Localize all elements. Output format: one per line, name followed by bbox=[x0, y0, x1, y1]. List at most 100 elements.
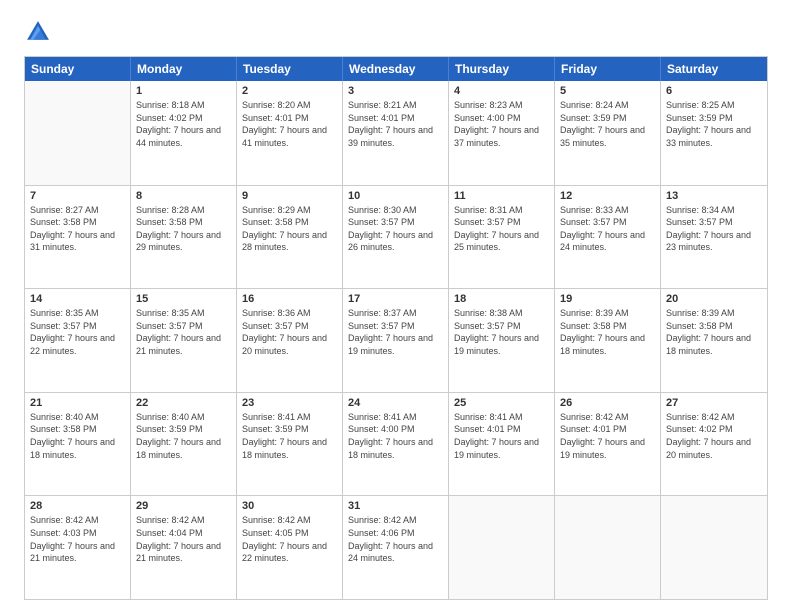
calendar-cell: 27 Sunrise: 8:42 AM Sunset: 4:02 PM Dayli… bbox=[661, 393, 767, 496]
day-number: 31 bbox=[348, 500, 443, 512]
page: SundayMondayTuesdayWednesdayThursdayFrid… bbox=[0, 0, 792, 612]
logo bbox=[24, 18, 56, 46]
calendar-cell: 2 Sunrise: 8:20 AM Sunset: 4:01 PM Daylig… bbox=[237, 81, 343, 185]
day-info: Sunrise: 8:33 AM Sunset: 3:57 PM Dayligh… bbox=[560, 204, 655, 254]
day-number: 28 bbox=[30, 500, 125, 512]
day-info: Sunrise: 8:30 AM Sunset: 3:57 PM Dayligh… bbox=[348, 204, 443, 254]
day-info: Sunrise: 8:27 AM Sunset: 3:58 PM Dayligh… bbox=[30, 204, 125, 254]
calendar-cell: 29 Sunrise: 8:42 AM Sunset: 4:04 PM Dayli… bbox=[131, 496, 237, 599]
day-number: 13 bbox=[666, 190, 762, 202]
day-info: Sunrise: 8:35 AM Sunset: 3:57 PM Dayligh… bbox=[30, 307, 125, 357]
day-info: Sunrise: 8:38 AM Sunset: 3:57 PM Dayligh… bbox=[454, 307, 549, 357]
day-number: 17 bbox=[348, 293, 443, 305]
day-number: 12 bbox=[560, 190, 655, 202]
calendar-row: 7Sunrise: 8:27 AM Sunset: 3:58 PM Daylig… bbox=[25, 185, 767, 289]
calendar-cell: 20 Sunrise: 8:39 AM Sunset: 3:58 PM Dayli… bbox=[661, 289, 767, 392]
calendar-cell: 28Sunrise: 8:42 AM Sunset: 4:03 PM Dayli… bbox=[25, 496, 131, 599]
calendar-cell: 22 Sunrise: 8:40 AM Sunset: 3:59 PM Dayli… bbox=[131, 393, 237, 496]
day-info: Sunrise: 8:39 AM Sunset: 3:58 PM Dayligh… bbox=[560, 307, 655, 357]
day-info: Sunrise: 8:42 AM Sunset: 4:04 PM Dayligh… bbox=[136, 514, 231, 564]
day-number: 14 bbox=[30, 293, 125, 305]
day-info: Sunrise: 8:37 AM Sunset: 3:57 PM Dayligh… bbox=[348, 307, 443, 357]
day-number: 6 bbox=[666, 85, 762, 97]
calendar-cell: 15 Sunrise: 8:35 AM Sunset: 3:57 PM Dayli… bbox=[131, 289, 237, 392]
calendar-body: 1 Sunrise: 8:18 AM Sunset: 4:02 PM Daylig… bbox=[25, 81, 767, 599]
day-info: Sunrise: 8:18 AM Sunset: 4:02 PM Dayligh… bbox=[136, 99, 231, 149]
day-number: 24 bbox=[348, 397, 443, 409]
calendar: SundayMondayTuesdayWednesdayThursdayFrid… bbox=[24, 56, 768, 600]
day-number: 30 bbox=[242, 500, 337, 512]
day-number: 18 bbox=[454, 293, 549, 305]
calendar-cell: 3 Sunrise: 8:21 AM Sunset: 4:01 PM Daylig… bbox=[343, 81, 449, 185]
calendar-cell: 30Sunrise: 8:42 AM Sunset: 4:05 PM Dayli… bbox=[237, 496, 343, 599]
day-info: Sunrise: 8:41 AM Sunset: 4:01 PM Dayligh… bbox=[454, 411, 549, 461]
day-info: Sunrise: 8:31 AM Sunset: 3:57 PM Dayligh… bbox=[454, 204, 549, 254]
day-number: 4 bbox=[454, 85, 549, 97]
day-info: Sunrise: 8:23 AM Sunset: 4:00 PM Dayligh… bbox=[454, 99, 549, 149]
day-info: Sunrise: 8:39 AM Sunset: 3:58 PM Dayligh… bbox=[666, 307, 762, 357]
day-info: Sunrise: 8:21 AM Sunset: 4:01 PM Dayligh… bbox=[348, 99, 443, 149]
day-info: Sunrise: 8:40 AM Sunset: 3:59 PM Dayligh… bbox=[136, 411, 231, 461]
weekday-header: Saturday bbox=[661, 57, 767, 81]
day-number: 5 bbox=[560, 85, 655, 97]
day-number: 2 bbox=[242, 85, 337, 97]
calendar-cell bbox=[449, 496, 555, 599]
day-info: Sunrise: 8:36 AM Sunset: 3:57 PM Dayligh… bbox=[242, 307, 337, 357]
calendar-cell: 25 Sunrise: 8:41 AM Sunset: 4:01 PM Dayli… bbox=[449, 393, 555, 496]
weekday-header: Wednesday bbox=[343, 57, 449, 81]
day-info: Sunrise: 8:20 AM Sunset: 4:01 PM Dayligh… bbox=[242, 99, 337, 149]
day-info: Sunrise: 8:35 AM Sunset: 3:57 PM Dayligh… bbox=[136, 307, 231, 357]
weekday-header: Tuesday bbox=[237, 57, 343, 81]
day-number: 11 bbox=[454, 190, 549, 202]
day-info: Sunrise: 8:42 AM Sunset: 4:06 PM Dayligh… bbox=[348, 514, 443, 564]
day-number: 10 bbox=[348, 190, 443, 202]
calendar-row: 21 Sunrise: 8:40 AM Sunset: 3:58 PM Dayli… bbox=[25, 392, 767, 496]
calendar-cell: 13 Sunrise: 8:34 AM Sunset: 3:57 PM Dayli… bbox=[661, 186, 767, 289]
day-info: Sunrise: 8:42 AM Sunset: 4:02 PM Dayligh… bbox=[666, 411, 762, 461]
day-number: 25 bbox=[454, 397, 549, 409]
day-number: 26 bbox=[560, 397, 655, 409]
calendar-cell: 18 Sunrise: 8:38 AM Sunset: 3:57 PM Dayli… bbox=[449, 289, 555, 392]
day-info: Sunrise: 8:40 AM Sunset: 3:58 PM Dayligh… bbox=[30, 411, 125, 461]
day-number: 22 bbox=[136, 397, 231, 409]
calendar-row: 28Sunrise: 8:42 AM Sunset: 4:03 PM Dayli… bbox=[25, 495, 767, 599]
calendar-cell: 9 Sunrise: 8:29 AM Sunset: 3:58 PM Daylig… bbox=[237, 186, 343, 289]
day-info: Sunrise: 8:34 AM Sunset: 3:57 PM Dayligh… bbox=[666, 204, 762, 254]
calendar-cell: 14 Sunrise: 8:35 AM Sunset: 3:57 PM Dayli… bbox=[25, 289, 131, 392]
day-number: 23 bbox=[242, 397, 337, 409]
day-number: 3 bbox=[348, 85, 443, 97]
calendar-row: 14 Sunrise: 8:35 AM Sunset: 3:57 PM Dayli… bbox=[25, 288, 767, 392]
day-info: Sunrise: 8:41 AM Sunset: 3:59 PM Dayligh… bbox=[242, 411, 337, 461]
calendar-cell bbox=[25, 81, 131, 185]
day-number: 21 bbox=[30, 397, 125, 409]
day-number: 29 bbox=[136, 500, 231, 512]
header bbox=[24, 18, 768, 46]
calendar-cell: 23 Sunrise: 8:41 AM Sunset: 3:59 PM Dayli… bbox=[237, 393, 343, 496]
calendar-header: SundayMondayTuesdayWednesdayThursdayFrid… bbox=[25, 57, 767, 81]
day-number: 19 bbox=[560, 293, 655, 305]
calendar-cell: 10 Sunrise: 8:30 AM Sunset: 3:57 PM Dayli… bbox=[343, 186, 449, 289]
logo-icon bbox=[24, 18, 52, 46]
weekday-header: Monday bbox=[131, 57, 237, 81]
calendar-cell: 16Sunrise: 8:36 AM Sunset: 3:57 PM Dayli… bbox=[237, 289, 343, 392]
weekday-header: Friday bbox=[555, 57, 661, 81]
calendar-cell: 31 Sunrise: 8:42 AM Sunset: 4:06 PM Dayli… bbox=[343, 496, 449, 599]
day-number: 27 bbox=[666, 397, 762, 409]
day-info: Sunrise: 8:29 AM Sunset: 3:58 PM Dayligh… bbox=[242, 204, 337, 254]
day-info: Sunrise: 8:41 AM Sunset: 4:00 PM Dayligh… bbox=[348, 411, 443, 461]
calendar-cell bbox=[661, 496, 767, 599]
day-number: 15 bbox=[136, 293, 231, 305]
day-number: 9 bbox=[242, 190, 337, 202]
day-number: 20 bbox=[666, 293, 762, 305]
calendar-cell: 17 Sunrise: 8:37 AM Sunset: 3:57 PM Dayli… bbox=[343, 289, 449, 392]
calendar-cell: 6Sunrise: 8:25 AM Sunset: 3:59 PM Daylig… bbox=[661, 81, 767, 185]
day-info: Sunrise: 8:42 AM Sunset: 4:01 PM Dayligh… bbox=[560, 411, 655, 461]
calendar-cell bbox=[555, 496, 661, 599]
calendar-row: 1 Sunrise: 8:18 AM Sunset: 4:02 PM Daylig… bbox=[25, 81, 767, 185]
day-info: Sunrise: 8:24 AM Sunset: 3:59 PM Dayligh… bbox=[560, 99, 655, 149]
day-number: 1 bbox=[136, 85, 231, 97]
calendar-cell: 12 Sunrise: 8:33 AM Sunset: 3:57 PM Dayli… bbox=[555, 186, 661, 289]
calendar-cell: 5 Sunrise: 8:24 AM Sunset: 3:59 PM Daylig… bbox=[555, 81, 661, 185]
weekday-header: Thursday bbox=[449, 57, 555, 81]
day-info: Sunrise: 8:28 AM Sunset: 3:58 PM Dayligh… bbox=[136, 204, 231, 254]
